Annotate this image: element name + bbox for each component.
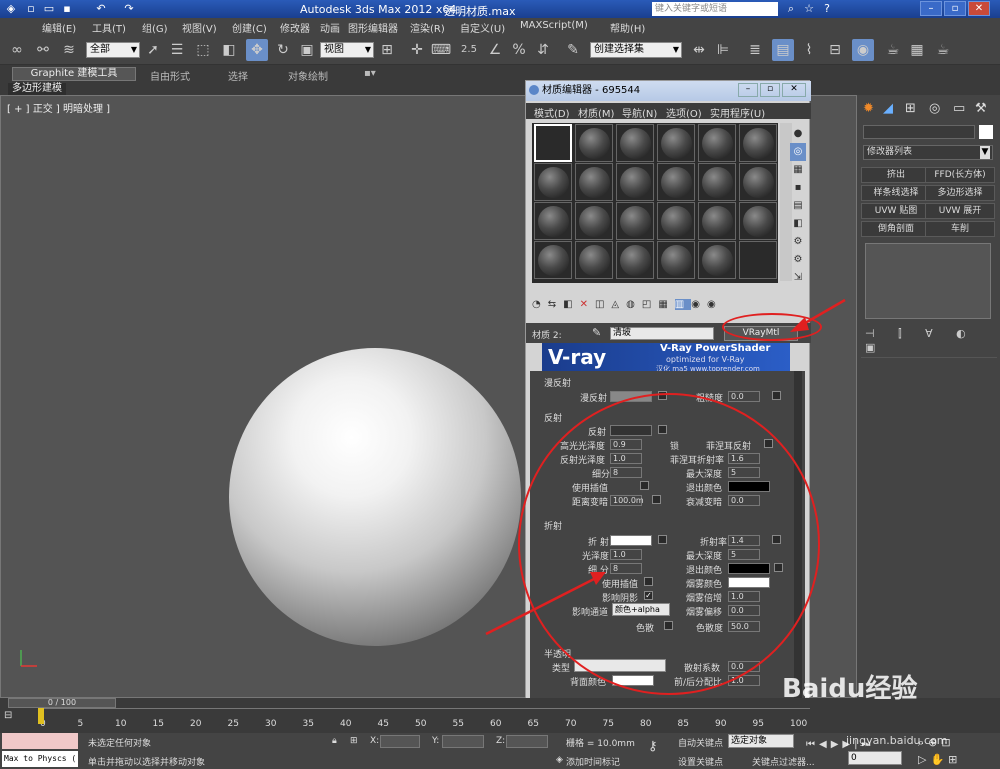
annotation-arrows [485, 298, 846, 636]
baidu-watermark: Baidu经验 [782, 674, 918, 704]
baidu-watermark-url: jingyan.baidu.com [846, 734, 948, 747]
